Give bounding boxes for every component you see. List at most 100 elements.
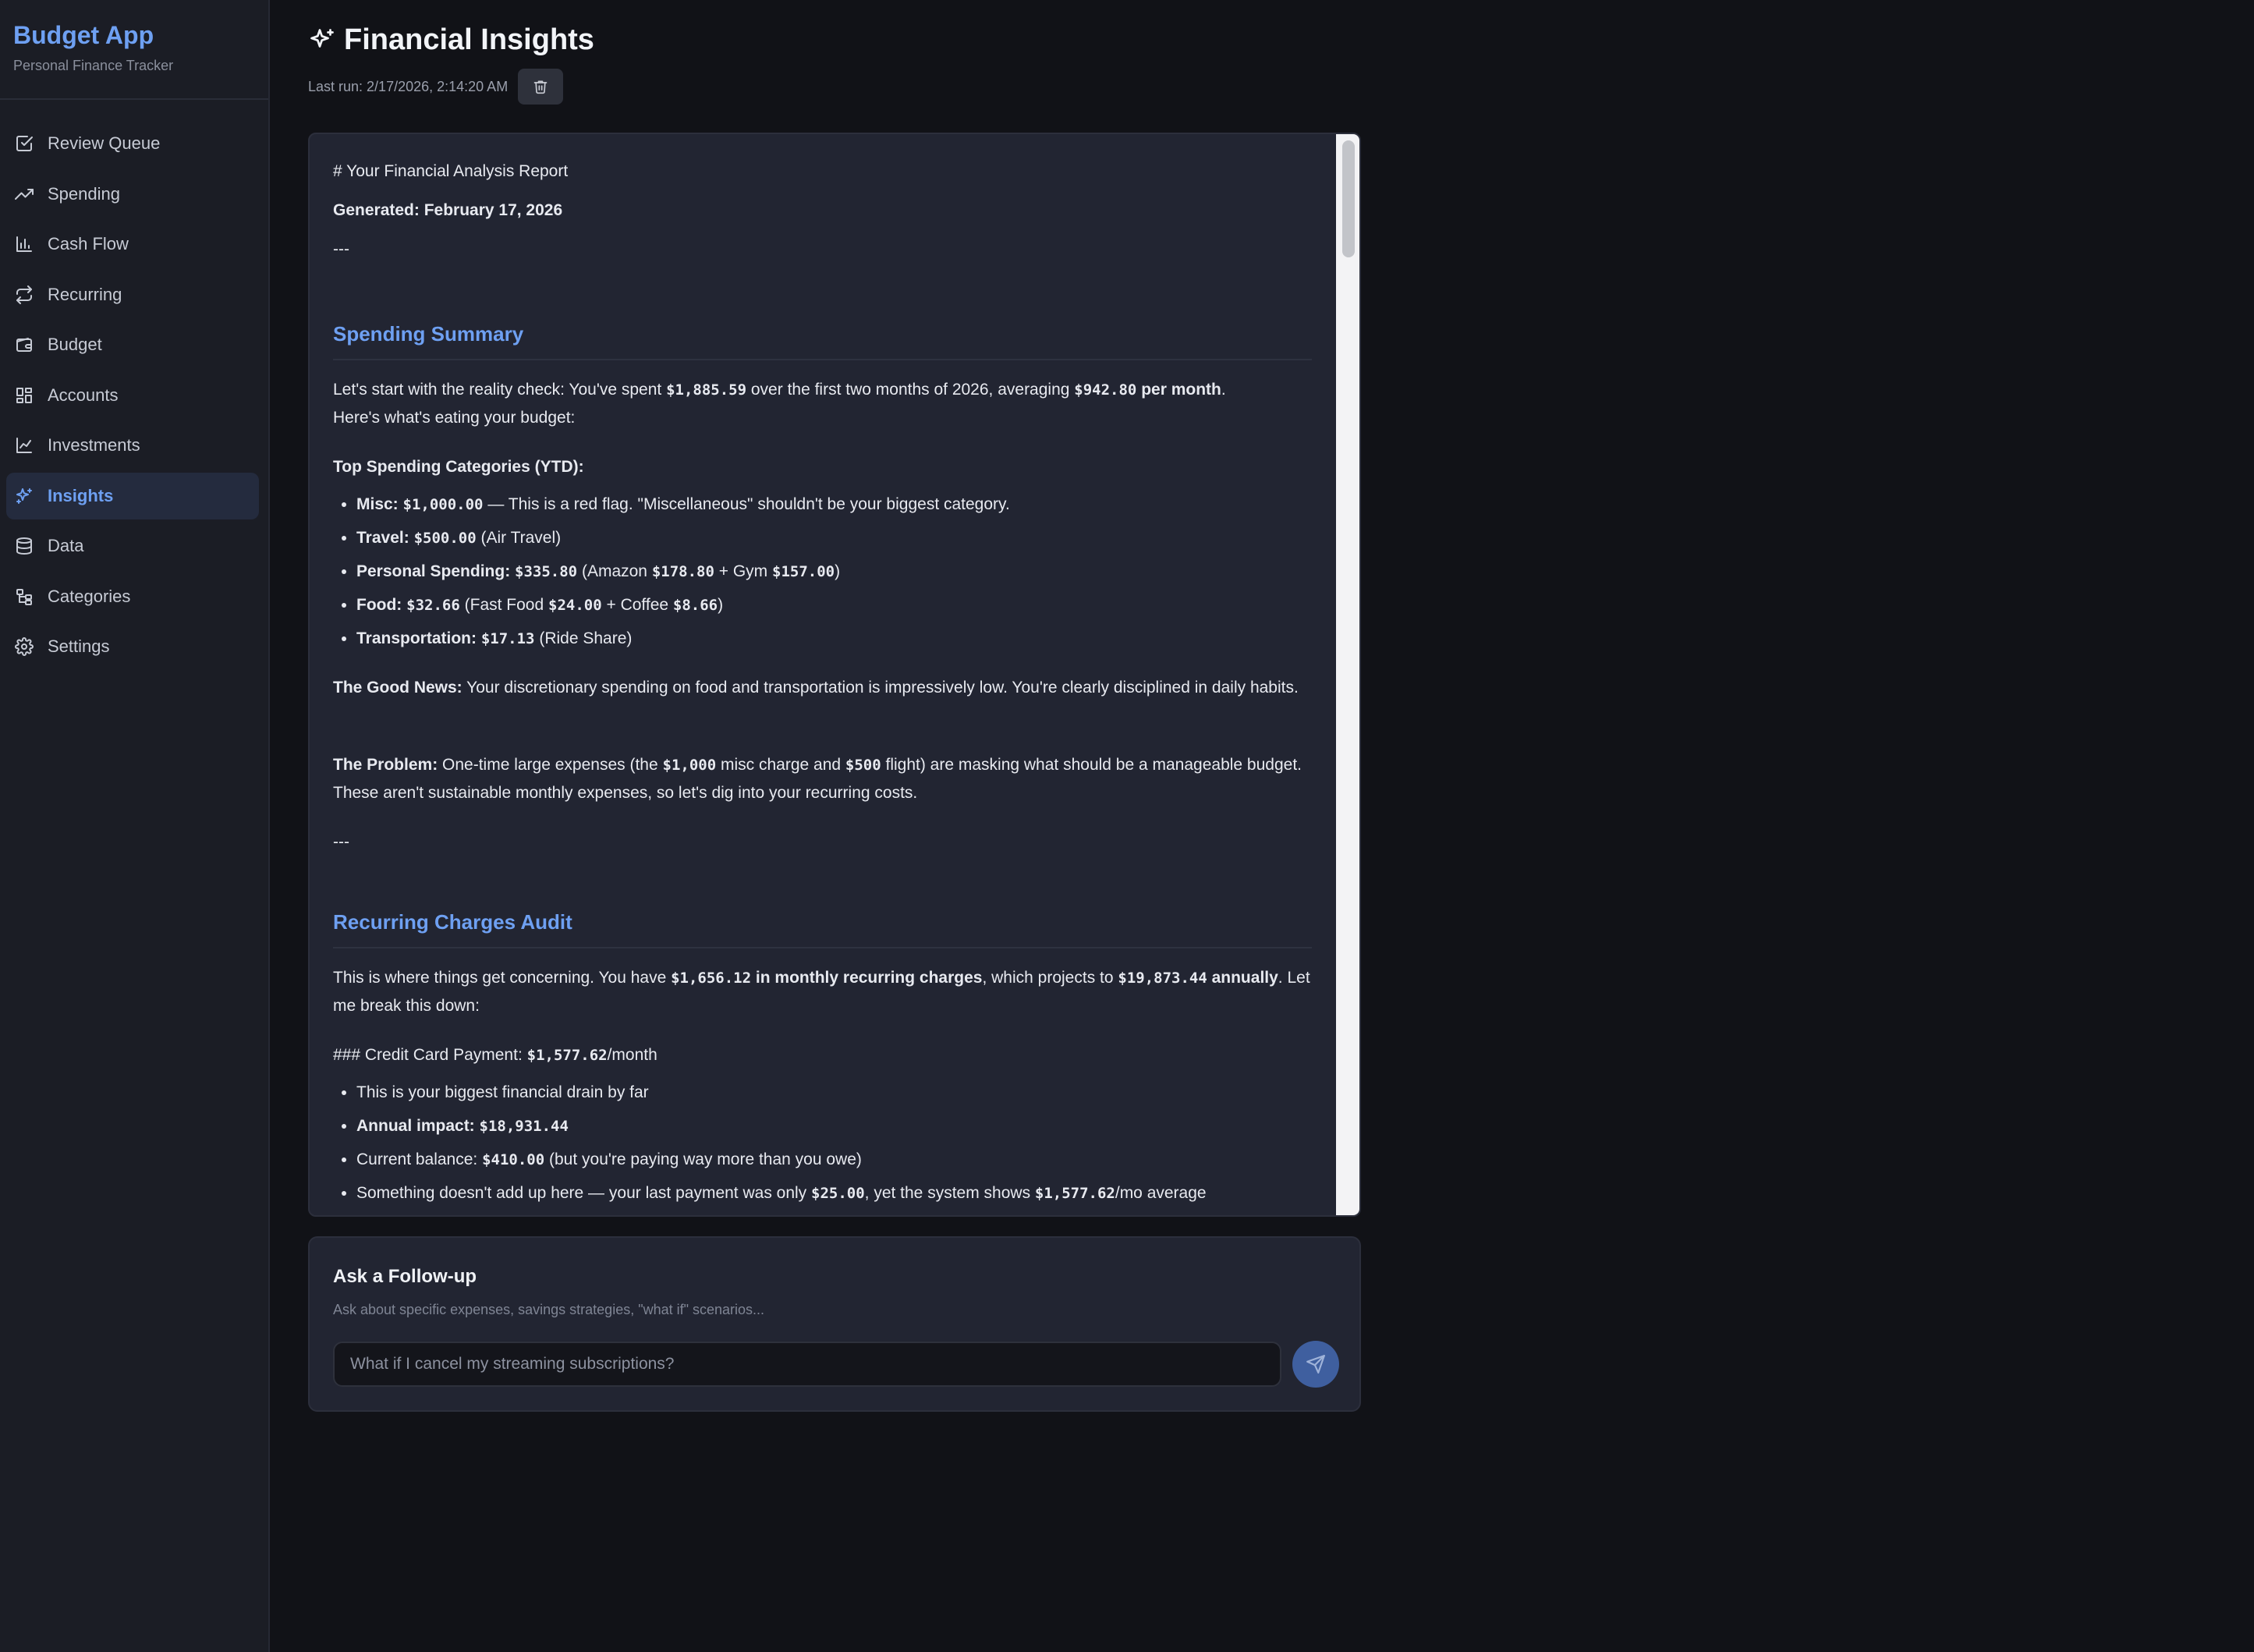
label: Food: <box>356 596 402 614</box>
sidebar-item-recurring[interactable]: Recurring <box>6 271 259 318</box>
category-list: Misc: $1,000.00 — This is a red flag. "M… <box>333 491 1312 658</box>
sidebar-item-settings[interactable]: Settings <box>6 623 259 670</box>
clear-report-button[interactable] <box>518 69 564 105</box>
line-chart-icon <box>15 436 34 455</box>
database-icon <box>15 537 34 555</box>
sidebar-item-insights[interactable]: Insights <box>6 472 259 519</box>
list-item: Travel: $500.00 (Air Travel) <box>356 524 1312 558</box>
value: $157.00 <box>772 563 835 580</box>
value: $410.00 <box>482 1151 545 1168</box>
gear-icon <box>15 637 34 656</box>
credit-card-heading: ### Credit Card Payment: $1,577.62/month <box>333 1041 1312 1079</box>
text: /month <box>607 1046 657 1064</box>
label: Transportation: <box>356 629 477 647</box>
sidebar-item-review-queue[interactable]: Review Queue <box>6 120 259 167</box>
sidebar-item-label: Categories <box>48 586 131 606</box>
tree-icon <box>15 587 34 606</box>
sidebar-item-budget[interactable]: Budget <box>6 321 259 368</box>
value: $1,577.62 <box>1034 1185 1115 1202</box>
app-subtitle: Personal Finance Tracker <box>13 58 174 73</box>
value: $19,873.44 <box>1118 970 1207 987</box>
brand: Budget App Personal Finance Tracker <box>0 0 268 100</box>
text: annually <box>1207 969 1278 987</box>
text: ### Credit Card Payment: <box>333 1046 527 1064</box>
problem: The Problem: One-time large expenses (th… <box>333 751 1312 828</box>
text: Here's what's eating your budget: <box>333 409 576 427</box>
sidebar-item-label: Insights <box>48 485 114 505</box>
text: ) <box>835 562 841 580</box>
value: $1,000 <box>662 757 717 774</box>
label: Personal Spending: <box>356 562 511 580</box>
divider: --- <box>333 240 349 258</box>
label: Travel: <box>356 529 409 547</box>
value: $18,931.44 <box>479 1118 569 1135</box>
text: misc charge and <box>716 756 845 774</box>
send-button[interactable] <box>1292 1341 1339 1388</box>
top-categories-label: Top Spending Categories (YTD): <box>333 453 1312 491</box>
recurring-audit-heading: Recurring Charges Audit <box>333 908 1312 948</box>
text: + Gym <box>714 562 773 580</box>
generated-date: Generated: February 17, 2026 <box>333 197 1312 236</box>
value: $24.00 <box>548 597 602 614</box>
send-icon <box>1306 1355 1325 1374</box>
text: , yet the system shows <box>864 1184 1035 1202</box>
sidebar-item-investments[interactable]: Investments <box>6 422 259 469</box>
sidebar: Budget App Personal Finance Tracker Revi… <box>0 0 270 1652</box>
sidebar-item-cash-flow[interactable]: Cash Flow <box>6 221 259 268</box>
followup-title: Ask a Follow-up <box>333 1266 477 1287</box>
trash-icon <box>533 80 548 94</box>
value: $1,656.12 <box>671 970 752 987</box>
text: , which projects to <box>982 969 1118 987</box>
sidebar-item-label: Investments <box>48 435 140 455</box>
value: $500 <box>845 757 881 774</box>
value: $32.66 <box>406 597 460 614</box>
report-scrollbar[interactable] <box>1336 134 1359 1215</box>
sidebar-item-label: Recurring <box>48 284 122 304</box>
text: (Fast Food <box>459 596 548 614</box>
sidebar-item-spending[interactable]: Spending <box>6 171 259 218</box>
good-news: The Good News: Your discretionary spendi… <box>333 674 1312 751</box>
text: (Amazon <box>577 562 652 580</box>
report-heading-line: # Your Financial Analysis Report <box>333 162 569 180</box>
wallet-icon <box>15 335 34 354</box>
followup-subtitle: Ask about specific expenses, savings str… <box>333 1302 765 1317</box>
text: in monthly recurring charges <box>751 969 983 987</box>
text: Let's start with the reality check: You'… <box>333 381 667 399</box>
followup-panel: Ask a Follow-up Ask about specific expen… <box>308 1236 1361 1412</box>
sidebar-item-label: Settings <box>48 636 110 656</box>
sidebar-item-categories[interactable]: Categories <box>6 573 259 620</box>
list-item: This is your biggest financial drain by … <box>356 1079 1312 1112</box>
value: $17.13 <box>480 630 535 647</box>
divider: --- <box>333 833 349 851</box>
value: $8.66 <box>672 597 718 614</box>
report-panel: # Your Financial Analysis Report Generat… <box>308 133 1361 1217</box>
value: $178.80 <box>651 563 714 580</box>
scrollbar-thumb[interactable] <box>1342 140 1355 257</box>
sidebar-item-accounts[interactable]: Accounts <box>6 372 259 419</box>
text: /mo average <box>1115 1184 1207 1202</box>
page-title-text: Financial Insights <box>344 23 594 56</box>
spending-summary-heading: Spending Summary <box>333 320 1312 360</box>
sidebar-item-data[interactable]: Data <box>6 523 259 569</box>
list-item: Food: $32.66 (Fast Food $24.00 + Coffee … <box>356 591 1312 625</box>
spending-intro: Let's start with the reality check: You'… <box>333 376 1312 453</box>
check-square-icon <box>15 134 34 153</box>
sidebar-nav: Review Queue Spending Cash Flow Recurrin… <box>0 100 268 670</box>
text: (Air Travel) <box>476 529 562 547</box>
text: This is where things get concerning. You… <box>333 969 672 987</box>
last-run-text: Last run: 2/17/2026, 2:14:20 AM <box>308 78 509 94</box>
text: (Ride Share) <box>534 629 633 647</box>
sidebar-item-label: Accounts <box>48 385 119 405</box>
sparkles-icon <box>15 487 34 505</box>
report-content: # Your Financial Analysis Report Generat… <box>333 158 1312 1213</box>
app-title: Budget App <box>13 21 154 49</box>
text: Something doesn't add up here — your las… <box>356 1184 812 1202</box>
credit-card-list: This is your biggest financial drain by … <box>333 1079 1312 1213</box>
trending-up-icon <box>15 185 34 204</box>
text: (but you're paying way more than you owe… <box>544 1150 862 1168</box>
list-item: Misc: $1,000.00 — This is a red flag. "M… <box>356 491 1312 524</box>
bar-chart-icon <box>15 235 34 253</box>
sidebar-item-label: Budget <box>48 335 102 354</box>
followup-input[interactable] <box>333 1342 1281 1387</box>
sparkles-icon <box>310 28 334 48</box>
